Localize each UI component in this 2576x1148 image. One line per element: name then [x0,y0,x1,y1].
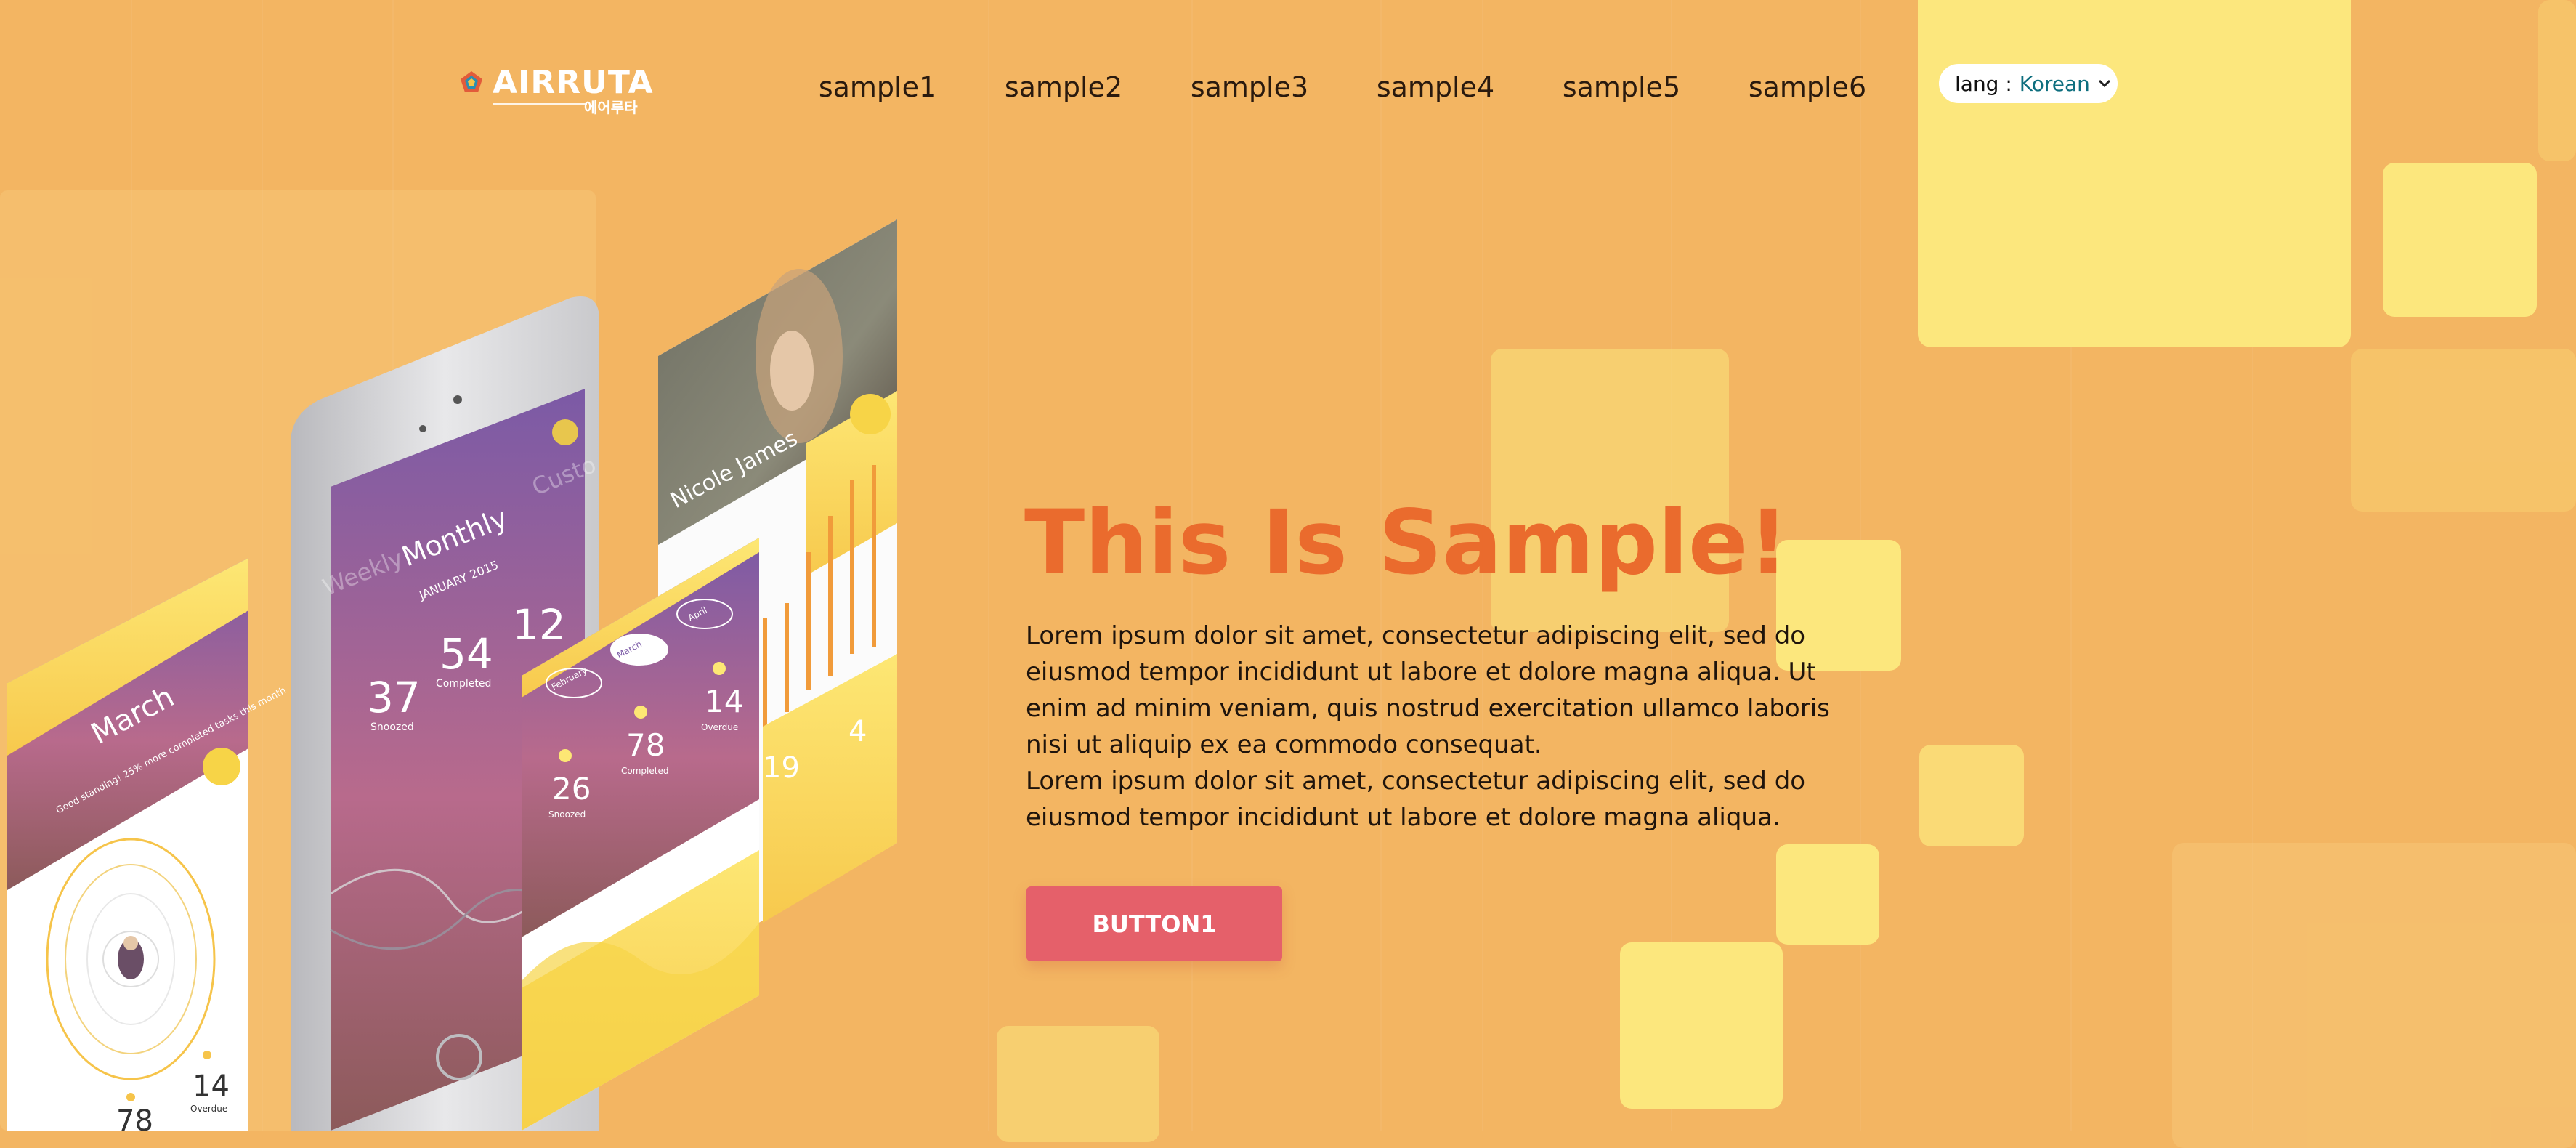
nav-item-sample4[interactable]: sample4 [1342,65,1528,109]
hero-paragraph: Lorem ipsum dolor sit amet, consectetur … [1026,621,1830,759]
nav-item-sample2[interactable]: sample2 [971,65,1157,109]
calendar-stat: 26 [552,771,591,807]
hero-title: This Is Sample! [1024,491,1789,594]
deco-square [2351,349,2576,512]
deco-square [997,1026,1159,1142]
nav-item-sample5[interactable]: sample5 [1528,65,1714,109]
chevron-down-icon [2098,79,2110,88]
summary-stat: 14 [193,1070,230,1103]
phone-stat: 54 [440,629,493,679]
logo-rule [493,103,587,105]
lang-value: Korean [2019,71,2090,96]
calendar-stat-label: Completed [621,766,668,776]
lang-label: lang : [1955,71,2012,96]
bg-stripe [988,0,989,1131]
calendar-stat: 78 [626,727,665,763]
deco-square [2383,163,2537,317]
app-mockup-illustration: Nicole James 19 4 Monthly JANUARY 2015 W… [7,219,897,1131]
deco-square [1918,0,2351,347]
phone-stat-label: Snoozed [370,721,414,733]
nav-item-sample3[interactable]: sample3 [1157,65,1342,109]
phone-stat: 12 [512,600,566,650]
summary-stat-label: Overdue [190,1104,227,1114]
profile-stat: 19 [763,751,800,785]
calendar-stat-label: Overdue [701,722,738,732]
nav-item-sample1[interactable]: sample1 [785,65,971,109]
deco-square [1919,745,2024,846]
deco-square [1620,942,1783,1109]
nav-item-sample6[interactable]: sample6 [1714,65,1900,109]
phone-stat-label: Completed [436,678,491,690]
primary-button[interactable]: BUTTON1 [1026,886,1282,961]
language-selector[interactable]: lang : Korean [1939,64,2118,103]
summary-stat: 78 [116,1104,153,1131]
phone-stat: 37 [367,673,421,722]
profile-stat: 4 [848,715,867,748]
calendar-stat: 14 [705,684,743,719]
deco-square [2172,843,2576,1148]
page: { "logo": { "name": "AIRRUTA", "sub": "에… [0,0,2576,1148]
monthly-summary-card: March Good standing! 25% more completed … [7,558,288,1131]
calendar-stat-label: Snoozed [548,809,586,820]
hero-paragraph: Lorem ipsum dolor sit amet, consectetur … [1026,767,1806,832]
main-nav: sample1 sample2 sample3 sample4 sample5 … [785,65,1900,109]
logo-icon [461,71,482,92]
deco-square [1776,844,1879,945]
logo[interactable]: AIRRUTA 에어루타 [459,64,653,116]
deco-square [2538,0,2576,161]
logo-subtext: 에어루타 [584,99,638,116]
hero-description: Lorem ipsum dolor sit amet, consectetur … [1026,618,1861,836]
